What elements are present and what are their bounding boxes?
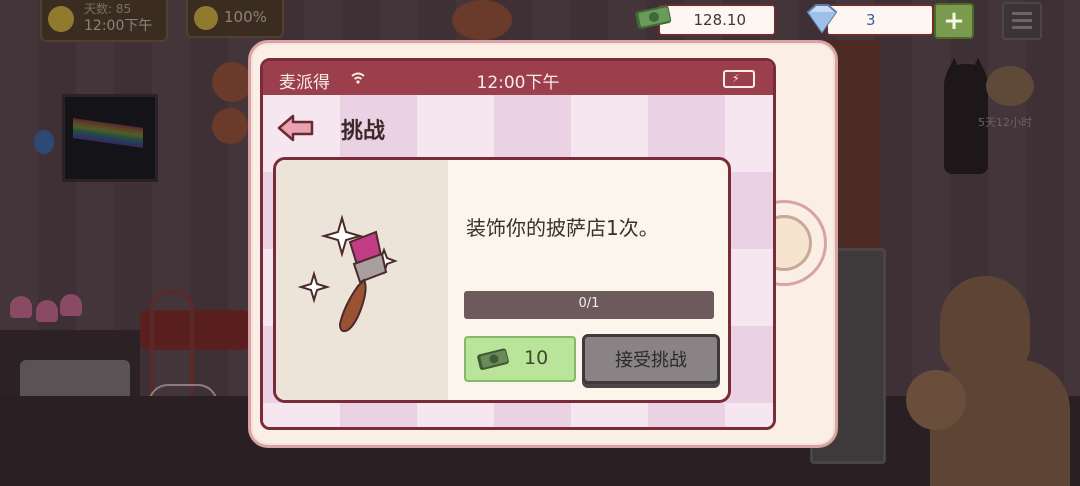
money-display: 128.10 [658, 4, 776, 36]
challenge-art [276, 160, 448, 400]
mood-percent: 100% [224, 8, 267, 26]
phone-screen: 麦派得 12:00下午 ⚡ 挑战 装饰你的披萨店1次。 0/1 10 接受挑战 [260, 58, 776, 430]
menu-button[interactable] [1002, 2, 1042, 40]
money-value: 128.10 [693, 11, 747, 29]
paintbrush-icon [298, 214, 398, 333]
battery-icon: ⚡ [723, 70, 755, 88]
add-gems-button[interactable]: + [934, 3, 974, 39]
gem-icon [806, 4, 838, 34]
flower-decoration [212, 62, 252, 102]
small-bear [906, 370, 966, 430]
smile-icon [194, 6, 218, 30]
status-time: 12:00下午 [476, 73, 560, 93]
mood-panel[interactable]: 100% [186, 0, 284, 38]
game-clock: 12:00下午 [84, 18, 153, 34]
challenge-description: 装饰你的披萨店1次。 [466, 216, 659, 240]
flower-decoration [452, 0, 512, 40]
cupcake [10, 296, 32, 318]
bouquet[interactable] [986, 66, 1034, 106]
cat-timer-text: 5天12小时 [978, 116, 1032, 129]
money-icon [635, 5, 672, 29]
back-arrow-icon[interactable] [277, 113, 315, 143]
reward-badge: 10 [464, 336, 576, 382]
cash-icon [477, 348, 509, 370]
rainbow-poster [62, 94, 158, 182]
menu-icon [1012, 26, 1032, 29]
side-badge [34, 130, 54, 154]
gem-display: 3 [826, 4, 934, 36]
menu-icon [1012, 19, 1032, 22]
weather-panel[interactable]: 天数: 85 12:00下午 [40, 0, 168, 42]
cupcake [36, 300, 58, 322]
menu-icon [1012, 12, 1032, 15]
challenge-card: 装饰你的披萨店1次。 0/1 10 接受挑战 [273, 157, 731, 403]
reward-amount: 10 [524, 347, 549, 369]
gem-value: 3 [866, 11, 876, 29]
sun-icon [48, 6, 74, 32]
rainbow-image [73, 118, 143, 148]
page-title: 挑战 [341, 119, 386, 144]
accept-challenge-button[interactable]: 接受挑战 [582, 334, 720, 384]
cupcake [60, 294, 82, 316]
chair [150, 290, 194, 394]
progress-text: 0/1 [578, 296, 600, 311]
status-bar: 麦派得 12:00下午 ⚡ [263, 61, 773, 95]
progress-bar: 0/1 [464, 291, 714, 319]
flower-decoration [212, 108, 248, 144]
